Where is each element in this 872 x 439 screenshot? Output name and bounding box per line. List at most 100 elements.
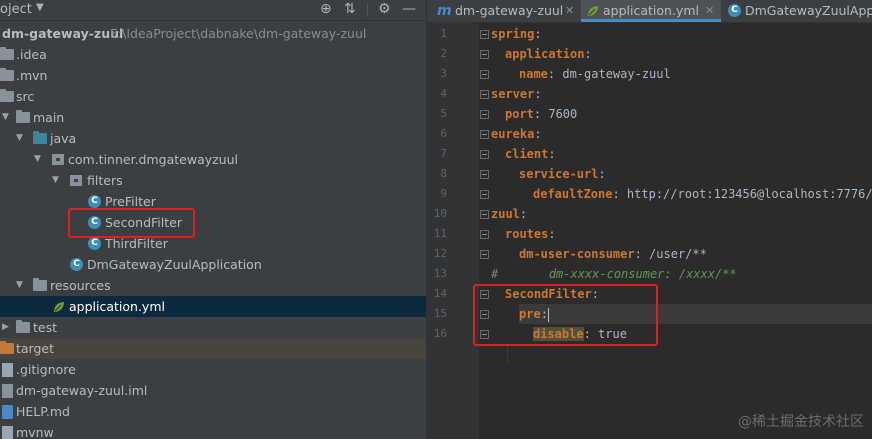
code-line[interactable]: defaultZone: http://root:123456@localhos… <box>533 184 872 204</box>
project-panel-title[interactable]: oject <box>0 2 32 17</box>
chevron-down-icon[interactable]: ▼ <box>34 149 44 170</box>
tree-item-target[interactable]: target <box>0 338 426 359</box>
markdown-file-icon <box>2 405 13 419</box>
folder-icon <box>16 320 30 333</box>
tree-item-secondfilter[interactable]: C SecondFilter <box>0 212 426 233</box>
tree-item-label: application.yml <box>69 299 165 314</box>
tree-item-gitignore[interactable]: .gitignore <box>0 359 426 380</box>
tab-label: dm-gateway-zuul <box>455 3 564 18</box>
yaml-comment-value: : /xxxx/** <box>664 267 737 281</box>
excluded-folder-icon <box>0 341 14 354</box>
chevron-down-icon[interactable]: ▼ <box>36 2 44 13</box>
hide-icon[interactable]: — <box>402 1 416 17</box>
tree-item-java[interactable]: ▼ java <box>0 128 426 149</box>
tree-item-prefilter[interactable]: C PreFilter <box>0 191 426 212</box>
code-line[interactable]: client: <box>505 144 556 164</box>
yaml-key: zuul <box>491 207 520 221</box>
chevron-down-icon[interactable]: ▼ <box>16 128 26 149</box>
fold-icon[interactable] <box>480 50 489 59</box>
highlight-box <box>68 208 195 238</box>
yaml-value: : http://root:123456@localhost:7776/ <box>612 187 872 201</box>
line-number: 3 <box>440 67 447 80</box>
yaml-value: : dm-gateway-zuul <box>547 67 671 81</box>
tree-item-root[interactable]: dm-gateway-zuul E:\IdeaProject\dabnake\d… <box>0 23 426 44</box>
folder-icon <box>0 89 14 102</box>
target-icon[interactable]: ⊕ <box>320 1 332 17</box>
collapse-icon[interactable]: ⇅ <box>344 1 356 17</box>
fold-icon[interactable] <box>480 130 489 139</box>
resources-folder-icon <box>33 278 47 291</box>
tree-item-mvnw[interactable]: mvnw <box>0 422 426 439</box>
fold-icon[interactable] <box>480 210 489 219</box>
fold-icon[interactable] <box>480 170 489 179</box>
tree-item-label: resources <box>50 278 111 293</box>
tab-pom[interactable]: m dm-gateway-zuul ✕ <box>433 0 579 22</box>
gear-icon[interactable]: ⚙ <box>378 1 391 17</box>
yaml-value: : <box>534 87 542 101</box>
tree-item-label: filters <box>87 173 123 188</box>
tree-item-label: DmGatewayZuulApplication <box>87 257 262 272</box>
line-number: 8 <box>440 167 447 180</box>
tree-item-label: java <box>50 131 77 146</box>
tree-item-main[interactable]: ▼ main <box>0 107 426 128</box>
fold-icon[interactable] <box>480 190 489 199</box>
chevron-down-icon[interactable]: ▼ <box>2 107 12 128</box>
file-icon <box>2 363 13 377</box>
yaml-value: : <box>548 147 556 161</box>
tab-application-yml[interactable]: application.yml ✕ <box>581 0 721 22</box>
tree-item-idea[interactable]: .idea <box>0 44 426 65</box>
tab-application-class[interactable]: C DmGatewayZuulApplica <box>723 0 872 22</box>
code-line[interactable]: zuul: <box>491 204 527 224</box>
tree-item-test[interactable]: ▶ test <box>0 317 426 338</box>
tree-item-application-yml[interactable]: application.yml <box>0 296 426 317</box>
tree-item-resources[interactable]: ▼ resources <box>0 275 426 296</box>
tree-item-package[interactable]: ▼ com.tinner.dmgatewayzuul <box>0 149 426 170</box>
fold-icon[interactable] <box>480 70 489 79</box>
tree-item-filters[interactable]: ▼ filters <box>0 170 426 191</box>
yaml-key: routes <box>505 227 549 241</box>
code-line[interactable]: port: 7600 <box>505 104 577 124</box>
line-number: 4 <box>440 87 447 100</box>
yaml-key: eureka <box>491 127 535 141</box>
chevron-down-icon[interactable]: ▼ <box>16 275 26 296</box>
code-line[interactable]: spring: <box>491 24 542 44</box>
code-line[interactable]: name: dm-gateway-zuul <box>519 64 671 84</box>
tree-item-label: test <box>33 320 58 335</box>
tree-item-label: dm-gateway-zuul <box>2 26 124 41</box>
tree-item-src[interactable]: src <box>0 86 426 107</box>
code-line[interactable]: dm-user-consumer: /user/** <box>519 244 707 264</box>
tree-item-thirdfilter[interactable]: C ThirdFilter <box>0 233 426 254</box>
fold-icon[interactable] <box>480 230 489 239</box>
line-number: 1 <box>440 27 447 40</box>
chevron-down-icon[interactable]: ▼ <box>52 170 62 191</box>
code-line[interactable]: routes: <box>505 224 556 244</box>
yaml-key: application <box>505 47 585 61</box>
yaml-key: dm-user-consumer <box>519 247 635 261</box>
yaml-key: spring <box>491 27 535 41</box>
line-number: 11 <box>433 227 447 240</box>
code-line[interactable]: eureka: <box>491 124 542 144</box>
code-line[interactable]: # dm-xxxx-consumer: /xxxx/** <box>491 264 737 284</box>
line-number: 5 <box>440 107 447 120</box>
tree-item-iml[interactable]: dm-gateway-zuul.iml <box>0 380 426 401</box>
fold-icon[interactable] <box>480 250 489 259</box>
fold-icon[interactable] <box>480 150 489 159</box>
line-number: 2 <box>440 47 447 60</box>
fold-icon[interactable] <box>480 90 489 99</box>
tree-item-application-class[interactable]: C DmGatewayZuulApplication <box>0 254 426 275</box>
spring-class-icon: C <box>728 4 741 17</box>
code-line[interactable]: application: <box>505 44 592 64</box>
fold-icon[interactable] <box>480 30 489 39</box>
close-icon[interactable]: ✕ <box>705 0 714 22</box>
folder-icon <box>16 110 30 123</box>
fold-icon[interactable] <box>480 110 489 119</box>
tree-item-help-md[interactable]: HELP.md <box>0 401 426 422</box>
line-number: 10 <box>433 207 447 220</box>
tree-item-mvn[interactable]: .mvn <box>0 65 426 86</box>
close-icon[interactable]: ✕ <box>565 0 574 22</box>
yaml-value: : <box>598 167 606 181</box>
code-line[interactable]: service-url: <box>519 164 606 184</box>
chevron-right-icon[interactable]: ▶ <box>2 317 12 338</box>
code-line[interactable]: server: <box>491 84 542 104</box>
yaml-value: : /user/** <box>634 247 707 261</box>
